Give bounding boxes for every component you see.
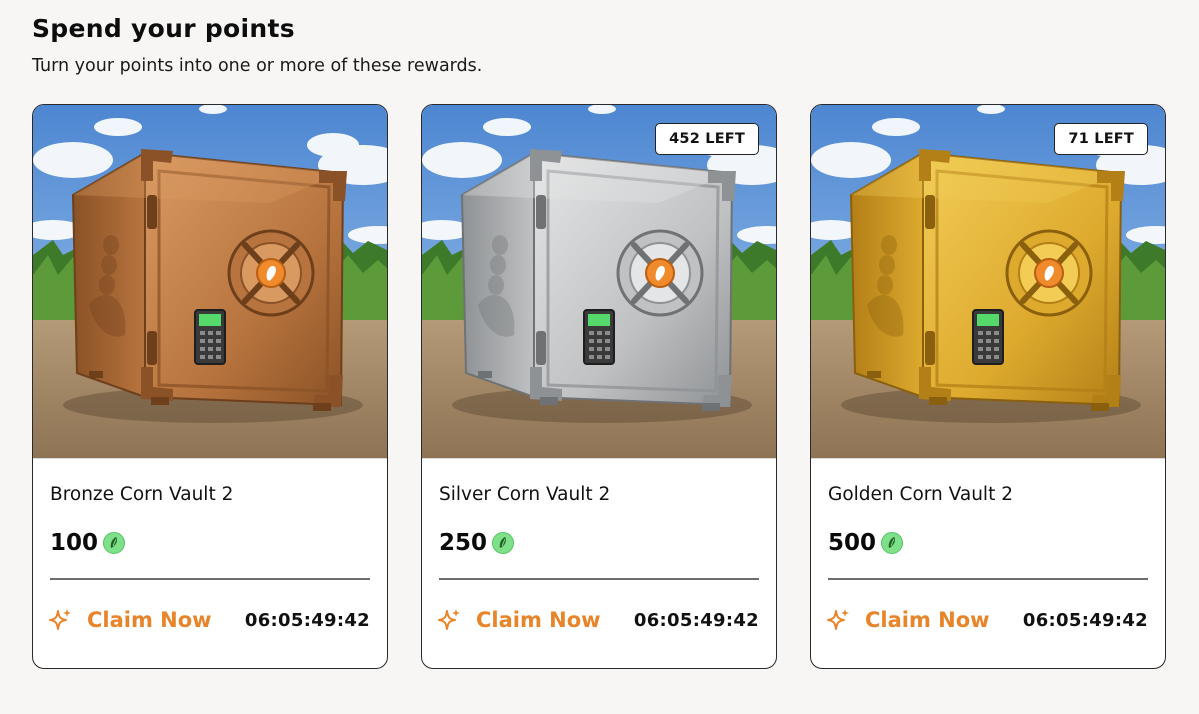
countdown-timer: 06:05:49:42 [244,609,370,631]
corn-coin-icon [881,532,904,554]
corn-coin-icon [492,532,515,554]
reward-card[interactable]: 71 LEFT Golden Corn Vault 2 500 Claim No… [810,104,1166,669]
stock-badge: 452 LEFT [655,123,759,155]
vault-safe-icon [33,105,387,458]
vault-image: 452 LEFT [422,105,776,459]
countdown-timer: 06:05:49:42 [1022,609,1148,631]
claim-now-button[interactable]: Claim Now [87,608,212,632]
vault-safe-icon [422,105,776,458]
sparkle-icon[interactable] [47,607,73,633]
page-title: Spend your points [32,14,295,43]
countdown-timer: 06:05:49:42 [633,609,759,631]
price-row: 250 [439,530,515,556]
reward-name: Golden Corn Vault 2 [828,484,1013,505]
claim-now-button[interactable]: Claim Now [865,608,990,632]
claim-now-button[interactable]: Claim Now [476,608,601,632]
stock-badge: 71 LEFT [1054,123,1148,155]
reward-name: Bronze Corn Vault 2 [50,484,234,505]
sparkle-icon[interactable] [436,607,462,633]
price-value: 500 [828,530,877,556]
reward-name: Silver Corn Vault 2 [439,484,611,505]
divider [439,578,759,580]
claim-row: Claim Now 06:05:49:42 [825,605,1148,635]
divider [50,578,370,580]
vault-image [33,105,387,459]
vault-safe-icon [811,105,1165,458]
price-value: 100 [50,530,99,556]
price-row: 100 [50,530,126,556]
claim-row: Claim Now 06:05:49:42 [436,605,759,635]
page-subtitle: Turn your points into one or more of the… [32,56,483,76]
sparkle-icon[interactable] [825,607,851,633]
divider [828,578,1148,580]
price-row: 500 [828,530,904,556]
corn-coin-icon [103,532,126,554]
price-value: 250 [439,530,488,556]
claim-row: Claim Now 06:05:49:42 [47,605,370,635]
reward-card[interactable]: Bronze Corn Vault 2 100 Claim Now 06:05:… [32,104,388,669]
vault-image: 71 LEFT [811,105,1165,459]
reward-card[interactable]: 452 LEFT Silver Corn Vault 2 250 Claim N… [421,104,777,669]
